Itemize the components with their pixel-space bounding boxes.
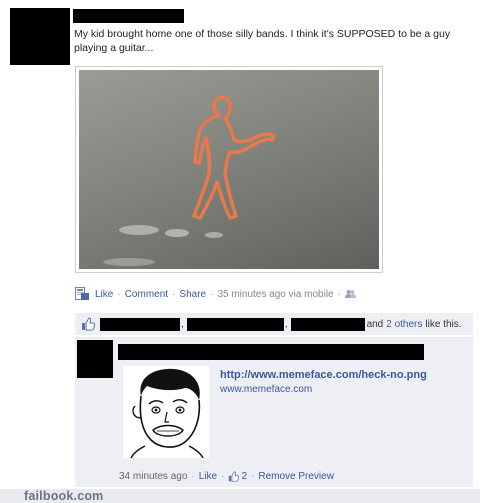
commenter-avatar[interactable]	[77, 340, 113, 378]
separator-dot: ·	[221, 471, 225, 482]
remove-preview-link[interactable]: Remove Preview	[258, 471, 334, 482]
liker-name-redacted[interactable]	[290, 317, 365, 331]
comment: http://www.memeface.com/heck-no.png www.…	[75, 337, 473, 487]
comment-meta: 34 minutes ago · Like · 2 · Remove Previ…	[119, 471, 334, 482]
thumbs-up-icon	[82, 317, 95, 331]
guitar-player-band-icon	[103, 96, 276, 266]
likes-and-text: and	[366, 318, 384, 330]
separator-dot: ·	[251, 471, 255, 482]
friends-privacy-icon[interactable]	[344, 289, 356, 299]
post-actions: Like · Comment · Share · 35 minutes ago …	[75, 286, 356, 302]
likes-suffix: like this.	[425, 318, 462, 330]
preview-link-url[interactable]: http://www.memeface.com/heck-no.png	[220, 369, 427, 381]
comma: ,	[181, 318, 184, 330]
footer-bar: failbook.com	[0, 489, 480, 503]
separator-dot: ·	[117, 288, 121, 300]
commenter-name-redacted[interactable]	[118, 344, 424, 360]
failbook-watermark: failbook.com	[24, 489, 104, 503]
comma: ,	[284, 318, 288, 330]
post-text: My kid brought home one of those silly b…	[74, 28, 451, 54]
post-photo[interactable]	[75, 66, 383, 273]
post-timestamp[interactable]: 35 minutes ago via mobile	[217, 289, 333, 300]
preview-link-domain[interactable]: www.memeface.com	[220, 384, 312, 395]
like-link[interactable]: Like	[95, 289, 113, 300]
likes-bar: , , and 2 others like this.	[75, 313, 473, 335]
thumbs-up-icon[interactable]	[228, 471, 240, 482]
liker-name-redacted[interactable]	[100, 317, 180, 331]
poster-name-redacted[interactable]	[73, 9, 184, 23]
separator-dot: ·	[172, 288, 176, 300]
comment-link[interactable]: Comment	[125, 289, 168, 300]
separator-dot: ·	[337, 288, 341, 300]
mobile-status-icon	[75, 287, 89, 300]
share-link[interactable]: Share	[179, 289, 206, 300]
liker-name-redacted[interactable]	[186, 317, 284, 331]
silly-band-photo	[79, 70, 379, 269]
comment-like-count[interactable]: 2	[241, 471, 247, 482]
poster-avatar[interactable]	[10, 8, 70, 65]
rage-face-preview-image[interactable]	[123, 366, 209, 458]
separator-dot: ·	[210, 288, 214, 300]
comment-timestamp[interactable]: 34 minutes ago	[119, 471, 187, 482]
separator-dot: ·	[191, 471, 195, 482]
others-link[interactable]: 2 others	[386, 319, 422, 330]
comment-like-link[interactable]: Like	[199, 471, 217, 482]
